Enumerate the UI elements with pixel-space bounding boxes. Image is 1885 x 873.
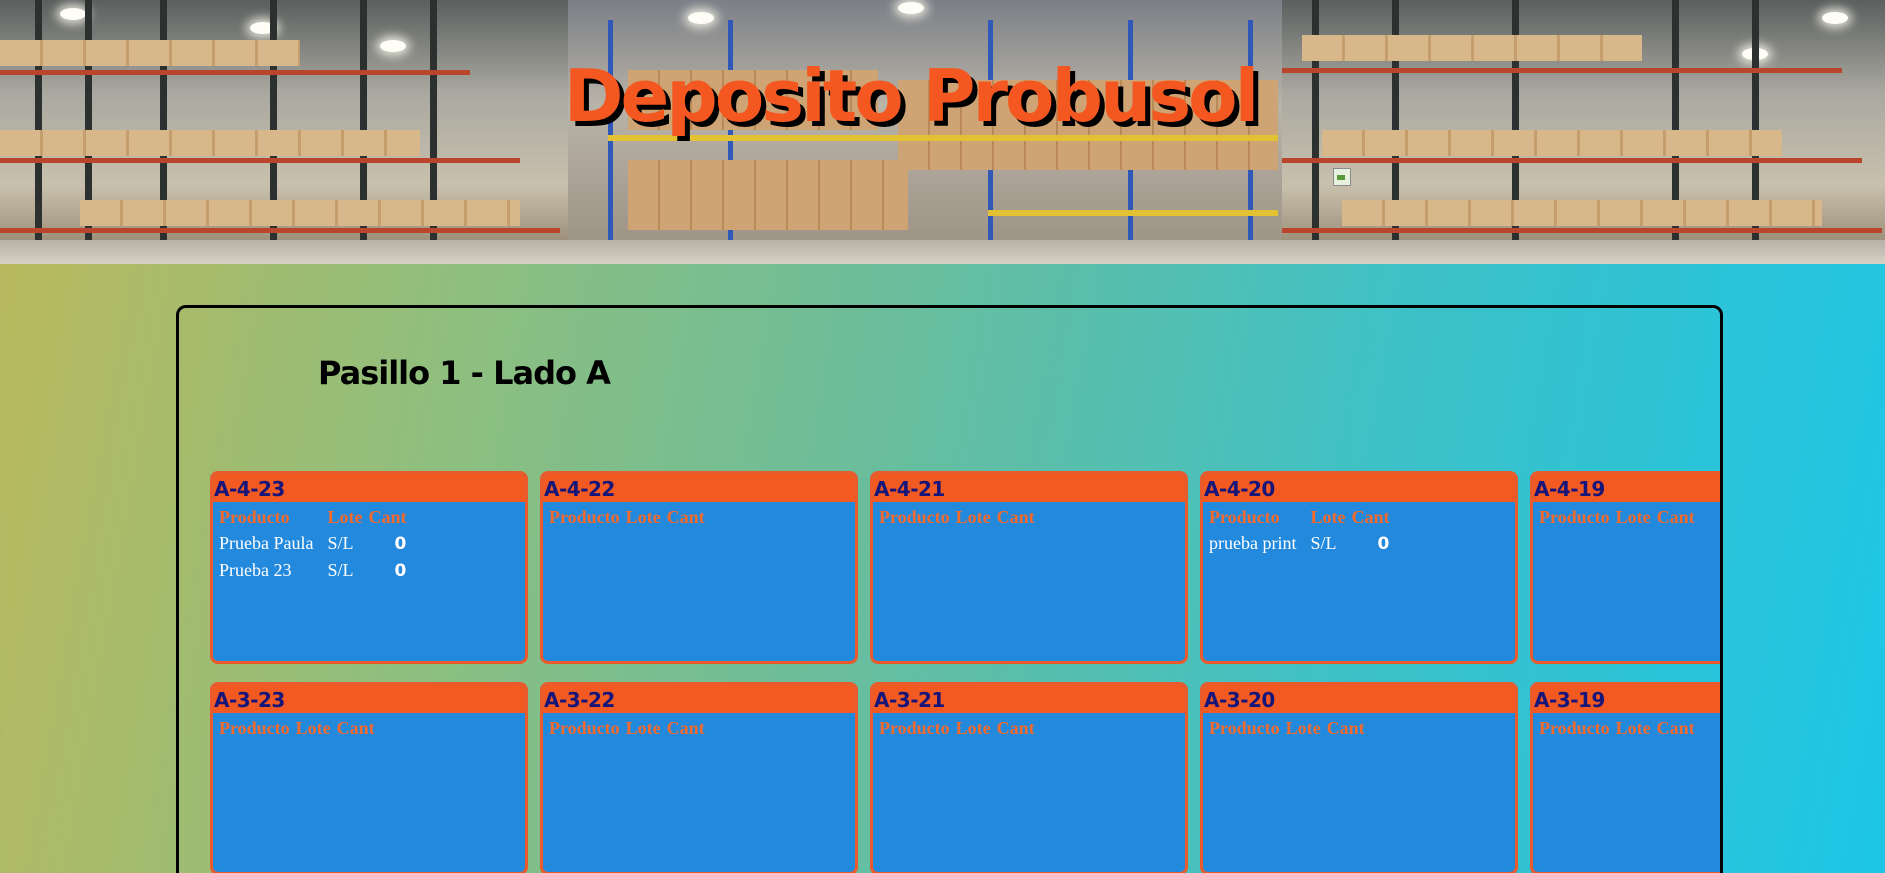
location-code: A-3-20 bbox=[1203, 685, 1515, 713]
location-card[interactable]: A-3-22 Producto Lote Cant bbox=[540, 682, 858, 873]
inventory-cant: 0 bbox=[394, 560, 407, 581]
location-code: A-3-21 bbox=[873, 685, 1185, 713]
inventory-lote: S/L bbox=[1310, 533, 1337, 553]
inventory-table-header: Producto Lote Cant bbox=[1539, 507, 1701, 530]
inventory-cant: 0 bbox=[1377, 533, 1390, 554]
column-header-producto: Producto bbox=[219, 718, 290, 738]
column-header-producto: Producto bbox=[1209, 507, 1280, 527]
location-code: A-4-23 bbox=[213, 474, 525, 502]
column-header-cant: Cant bbox=[1351, 507, 1390, 527]
column-header-producto: Producto bbox=[1209, 718, 1280, 738]
inventory-lote: S/L bbox=[327, 533, 354, 553]
column-header-lote: Lote bbox=[1615, 718, 1651, 738]
location-code: A-3-22 bbox=[543, 685, 855, 713]
location-card[interactable]: A-3-23 Producto Lote Cant bbox=[210, 682, 528, 873]
location-code: A-4-20 bbox=[1203, 474, 1515, 502]
column-header-lote: Lote bbox=[625, 507, 661, 527]
site-title: Deposito Probusol bbox=[563, 54, 1260, 139]
inventory-table-header: Producto Lote Cant bbox=[1209, 507, 1403, 530]
inventory-table-header: Producto Lote Cant bbox=[1539, 718, 1701, 741]
inventory-row: Prueba 23 S/L 0 bbox=[219, 557, 420, 584]
inventory-table: Producto Lote Cant bbox=[1539, 507, 1701, 530]
location-card[interactable]: A-4-21 Producto Lote Cant bbox=[870, 471, 1188, 664]
aisle-title: Pasillo 1 - Lado A bbox=[318, 354, 611, 392]
inventory-table-header: Producto Lote Cant bbox=[1209, 718, 1371, 741]
column-header-cant: Cant bbox=[666, 507, 705, 527]
location-card[interactable]: A-3-19 Producto Lote Cant bbox=[1530, 682, 1720, 873]
broken-image-icon bbox=[1333, 168, 1351, 186]
inventory-table: Producto Lote Cant bbox=[549, 718, 711, 741]
column-header-cant: Cant bbox=[996, 507, 1035, 527]
inventory-table-header: Producto Lote Cant bbox=[879, 507, 1041, 530]
column-header-lote: Lote bbox=[625, 718, 661, 738]
column-header-lote: Lote bbox=[295, 718, 331, 738]
inventory-table: Producto Lote Cant bbox=[1539, 718, 1701, 741]
inventory-table: Producto Lote Cant bbox=[879, 507, 1041, 530]
location-code: A-4-19 bbox=[1533, 474, 1720, 502]
inventory-table: Producto Lote Cant Prueba Paula S/L 0 Prueba 2… bbox=[219, 507, 420, 584]
column-header-cant: Cant bbox=[1656, 507, 1695, 527]
column-header-producto: Producto bbox=[549, 718, 620, 738]
column-header-lote: Lote bbox=[327, 507, 363, 527]
column-header-producto: Producto bbox=[1539, 718, 1610, 738]
column-header-cant: Cant bbox=[1326, 718, 1365, 738]
inventory-table-header: Producto Lote Cant bbox=[219, 507, 420, 530]
inventory-table: Producto Lote Cant bbox=[1209, 718, 1371, 741]
inventory-row: prueba print S/L 0 bbox=[1209, 530, 1403, 557]
location-card[interactable]: A-4-23 Producto Lote Cant Prueba Paula S/L 0 Pr… bbox=[210, 471, 528, 664]
inventory-producto: Prueba 23 bbox=[219, 560, 292, 580]
inventory-table-header: Producto Lote Cant bbox=[879, 718, 1041, 741]
column-header-cant: Cant bbox=[336, 718, 375, 738]
inventory-lote: S/L bbox=[327, 560, 354, 580]
location-card[interactable]: A-4-22 Producto Lote Cant bbox=[540, 471, 858, 664]
inventory-producto: Prueba Paula bbox=[219, 533, 314, 553]
column-header-producto: Producto bbox=[1539, 507, 1610, 527]
column-header-lote: Lote bbox=[955, 507, 991, 527]
aisle-panel: Pasillo 1 - Lado A A-4-23 Producto Lote Can… bbox=[176, 305, 1723, 873]
location-card[interactable]: A-3-20 Producto Lote Cant bbox=[1200, 682, 1518, 873]
column-header-cant: Cant bbox=[368, 507, 407, 527]
inventory-table-header: Producto Lote Cant bbox=[549, 507, 711, 530]
location-code: A-3-19 bbox=[1533, 685, 1720, 713]
location-code: A-3-23 bbox=[213, 685, 525, 713]
inventory-table-header: Producto Lote Cant bbox=[549, 718, 711, 741]
inventory-table: Producto Lote Cant bbox=[549, 507, 711, 530]
column-header-cant: Cant bbox=[996, 718, 1035, 738]
location-code: A-4-21 bbox=[873, 474, 1185, 502]
column-header-lote: Lote bbox=[955, 718, 991, 738]
location-code: A-4-22 bbox=[543, 474, 855, 502]
column-header-lote: Lote bbox=[1310, 507, 1346, 527]
column-header-producto: Producto bbox=[549, 507, 620, 527]
column-header-lote: Lote bbox=[1285, 718, 1321, 738]
location-card[interactable]: A-3-21 Producto Lote Cant bbox=[870, 682, 1188, 873]
inventory-producto: prueba print bbox=[1209, 533, 1297, 553]
inventory-table-header: Producto Lote Cant bbox=[219, 718, 381, 741]
column-header-cant: Cant bbox=[1656, 718, 1695, 738]
inventory-table: Producto Lote Cant prueba print S/L 0 bbox=[1209, 507, 1403, 557]
inventory-table: Producto Lote Cant bbox=[879, 718, 1041, 741]
column-header-producto: Producto bbox=[879, 718, 950, 738]
column-header-lote: Lote bbox=[1615, 507, 1651, 527]
column-header-cant: Cant bbox=[666, 718, 705, 738]
header-banner: Deposito Probusol bbox=[0, 0, 1885, 264]
location-card[interactable]: A-4-20 Producto Lote Cant prueba print S/L 0 bbox=[1200, 471, 1518, 664]
column-header-producto: Producto bbox=[219, 507, 290, 527]
inventory-table: Producto Lote Cant bbox=[219, 718, 381, 741]
inventory-row: Prueba Paula S/L 0 bbox=[219, 530, 420, 557]
column-header-producto: Producto bbox=[879, 507, 950, 527]
location-card[interactable]: A-4-19 Producto Lote Cant bbox=[1530, 471, 1720, 664]
inventory-cant: 0 bbox=[394, 533, 407, 554]
